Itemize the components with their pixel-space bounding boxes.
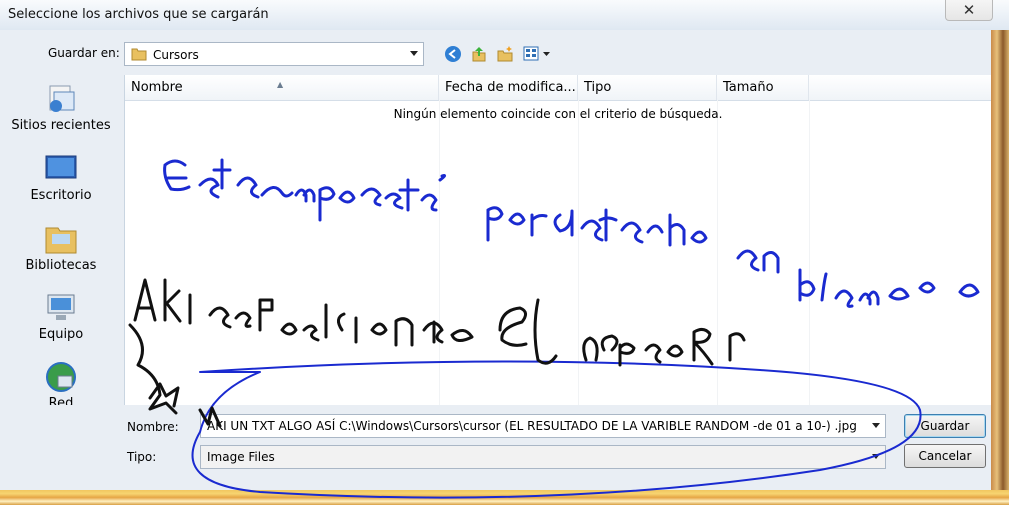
- file-list[interactable]: Nombre ▲ Fecha de modifica... Tipo Tamañ…: [124, 75, 991, 405]
- sidebar-item-recent[interactable]: Sitios recientes: [0, 82, 122, 133]
- column-divider: [439, 100, 440, 405]
- column-header-date[interactable]: Fecha de modifica...: [439, 75, 578, 100]
- title-bar: Seleccione los archivos que se cargarán …: [0, 0, 1009, 31]
- column-header-type[interactable]: Tipo: [578, 75, 717, 100]
- background-desktop-strip: [991, 30, 1009, 505]
- network-icon: [46, 362, 76, 392]
- column-header-label: Nombre: [131, 80, 183, 95]
- empty-list-message: Ningún elemento coincide con el criterio…: [393, 107, 723, 121]
- libraries-icon: [45, 227, 77, 254]
- chevron-down-icon[interactable]: [872, 423, 880, 428]
- chevron-down-icon[interactable]: [872, 454, 880, 459]
- computer-icon: [47, 294, 75, 320]
- recent-places-icon: [49, 85, 75, 112]
- column-divider: [578, 100, 579, 405]
- sidebar-item-label: Sitios recientes: [11, 118, 111, 133]
- up-folder-icon[interactable]: [470, 45, 488, 63]
- column-header-label: Tamaño: [723, 80, 774, 95]
- column-header-label: Fecha de modifica...: [445, 80, 576, 95]
- column-header-size[interactable]: Tamaño: [717, 75, 809, 100]
- sidebar-item-desktop[interactable]: Escritorio: [0, 152, 122, 203]
- file-type-label: Tipo:: [127, 450, 157, 464]
- sidebar-item-libraries[interactable]: Bibliotecas: [0, 222, 122, 273]
- file-type-select[interactable]: Image Files: [200, 445, 886, 469]
- column-header-row: Nombre ▲ Fecha de modifica... Tipo Tamañ…: [125, 75, 991, 101]
- file-name-label: Nombre:: [127, 420, 179, 434]
- sidebar-item-label: Escritorio: [30, 188, 92, 203]
- save-in-dropdown[interactable]: Cursors: [124, 42, 424, 66]
- close-button[interactable]: ✕: [945, 0, 993, 21]
- column-header-label: Tipo: [584, 80, 612, 95]
- cancel-button[interactable]: Cancelar: [904, 444, 986, 468]
- sidebar-item-label: Bibliotecas: [25, 258, 97, 273]
- file-name-input[interactable]: AKI UN TXT ALGO ASÍ C:\Windows\Cursors\c…: [200, 414, 886, 438]
- desktop-icon: [45, 155, 77, 179]
- sort-ascending-icon: ▲: [277, 80, 284, 89]
- background-desktop-strip: [0, 490, 1009, 505]
- column-divider: [809, 100, 810, 405]
- save-file-dialog: Seleccione los archivos que se cargarán …: [0, 0, 1009, 505]
- back-icon[interactable]: [444, 45, 462, 63]
- chevron-down-icon[interactable]: [410, 51, 418, 56]
- save-in-label: Guardar en:: [48, 46, 120, 60]
- column-header-name[interactable]: Nombre ▲: [125, 75, 439, 100]
- dialog-title: Seleccione los archivos que se cargarán: [8, 7, 269, 22]
- save-in-value: Cursors: [153, 48, 199, 62]
- sidebar-item-network[interactable]: Red: [0, 360, 122, 411]
- file-type-value: Image Files: [207, 450, 275, 464]
- new-folder-icon[interactable]: [496, 45, 514, 63]
- close-icon: ✕: [962, 1, 976, 19]
- save-button[interactable]: Guardar: [904, 414, 986, 438]
- column-divider: [717, 100, 718, 405]
- file-name-value: AKI UN TXT ALGO ASÍ C:\Windows\Cursors\c…: [207, 419, 857, 433]
- sidebar-item-label: Equipo: [38, 327, 84, 342]
- places-sidebar: Sitios recientes Escritorio Bibliotecas …: [0, 72, 122, 411]
- folder-icon: [131, 48, 147, 61]
- sidebar-item-computer[interactable]: Equipo: [0, 291, 122, 342]
- view-menu-icon[interactable]: [522, 44, 552, 64]
